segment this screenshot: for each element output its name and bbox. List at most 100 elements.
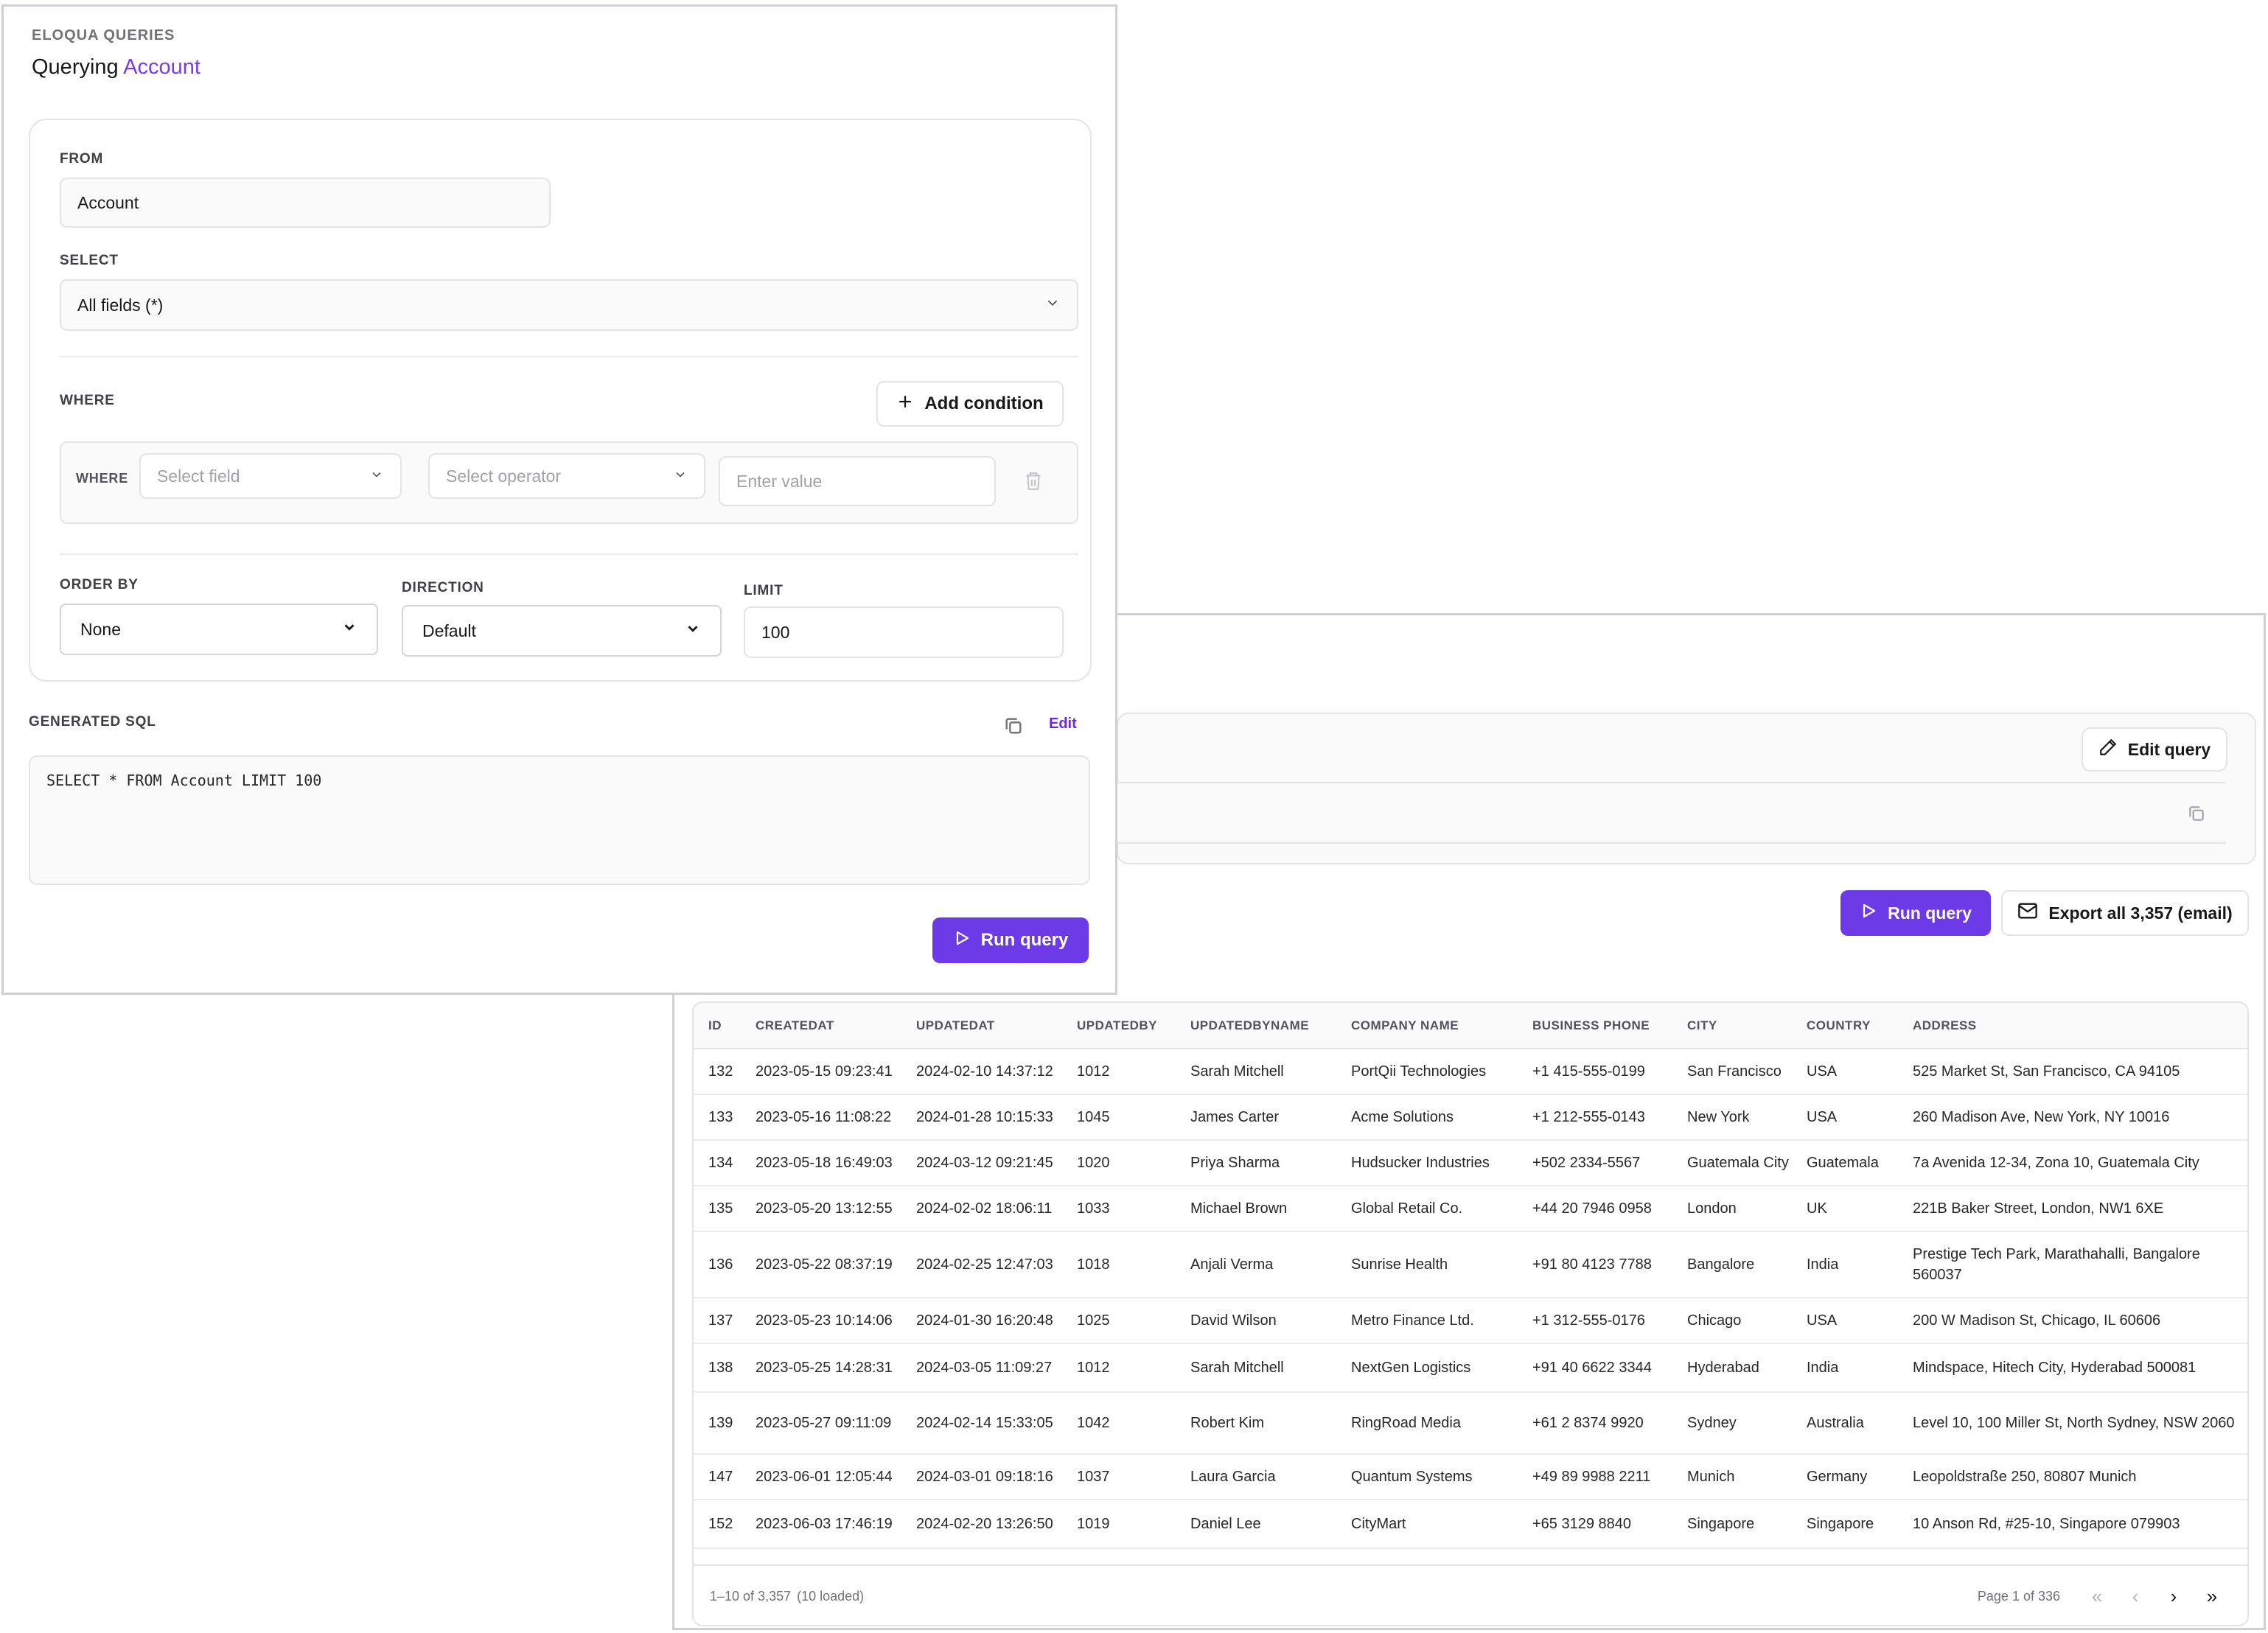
direction-select[interactable]: Default — [402, 605, 722, 657]
table-cell: Anjali Verma — [1176, 1231, 1336, 1298]
table-cell: 1019 — [1062, 1500, 1176, 1549]
edit-sql-link[interactable]: Edit — [1049, 716, 1077, 732]
table-cell: 1033 — [1062, 1186, 1176, 1232]
table-cell: 134 — [694, 1140, 741, 1186]
table-cell: 2023-06-03 17:46:19 — [741, 1500, 901, 1549]
table-cell: James Carter — [1176, 1094, 1336, 1141]
table-cell: USA — [1792, 1094, 1898, 1141]
query-builder-window: ELOQUA QUERIES Querying Account FROM Acc… — [1, 4, 1117, 995]
run-query-label: Run query — [1888, 903, 1972, 923]
table-cell: 139 — [694, 1392, 741, 1455]
prev-page-button[interactable]: ‹ — [2116, 1580, 2154, 1612]
trash-icon[interactable] — [1024, 471, 1043, 495]
sql-text: SELECT * FROM Account LIMIT 100 — [46, 772, 322, 789]
table-cell: 2024-02-02 18:06:11 — [901, 1186, 1062, 1232]
select-fields-dropdown[interactable]: All fields (*) — [60, 279, 1078, 331]
last-page-button[interactable]: » — [2193, 1580, 2231, 1612]
table-row[interactable]: 152 2023-06-03 17:46:19 2024-02-20 13:26:5… — [694, 1500, 2247, 1549]
table-cell: Level 10, 100 Miller St, North Sydney, N… — [1898, 1392, 2247, 1455]
table-cell: Sunrise Health — [1336, 1231, 1518, 1298]
table-cell: +49 89 9988 2211 — [1518, 1454, 1672, 1500]
column-header[interactable]: ID — [694, 1003, 741, 1049]
table-cell: 2023-05-20 13:12:55 — [741, 1186, 901, 1232]
condition-operator-select[interactable]: Select operator — [428, 453, 705, 499]
column-header[interactable]: COMPANY NAME — [1336, 1003, 1518, 1049]
table-cell: Quantum Systems — [1336, 1454, 1518, 1500]
chevron-down-icon — [341, 619, 357, 640]
table-cell: India — [1792, 1343, 1898, 1393]
table-cell: 1020 — [1062, 1140, 1176, 1186]
table-cell: 10 Anson Rd, #25-10, Singapore 079903 — [1898, 1500, 2247, 1549]
column-header[interactable]: BUSINESS PHONE — [1518, 1003, 1672, 1049]
table-cell: Australia — [1792, 1392, 1898, 1455]
table-cell: +91 80 4123 7788 — [1518, 1231, 1672, 1298]
column-header[interactable]: UPDATEDAT — [901, 1003, 1062, 1049]
column-header[interactable]: CREATEDAT — [741, 1003, 901, 1049]
query-builder-card: FROM Account SELECT All fields (*) WHERE… — [29, 119, 1092, 682]
table-cell: 2023-05-18 16:49:03 — [741, 1140, 901, 1186]
next-page-button[interactable]: › — [2154, 1580, 2193, 1612]
from-field[interactable]: Account — [60, 178, 551, 228]
column-header[interactable]: UPDATEDBY — [1062, 1003, 1176, 1049]
table-cell: 2024-03-05 11:09:27 — [901, 1343, 1062, 1393]
results-table: ID CREATEDAT UPDATEDAT UPDATEDBY UPDATEDBYNA… — [692, 1001, 2249, 1626]
pencil-icon — [2098, 738, 2118, 761]
table-cell: 260 Madison Ave, New York, NY 10016 — [1898, 1094, 2247, 1141]
add-condition-button[interactable]: Add condition — [876, 381, 1064, 427]
table-cell: +91 40 6622 3344 — [1518, 1343, 1672, 1393]
table-cell: Michael Brown — [1176, 1186, 1336, 1232]
run-query-button[interactable]: Run query — [1840, 890, 1991, 936]
table-row[interactable]: 133 2023-05-16 11:08:22 2024-01-28 10:15:3… — [694, 1094, 2247, 1141]
column-header[interactable]: ADDRESS — [1898, 1003, 2247, 1049]
table-cell: +502 2334-5567 — [1518, 1140, 1672, 1186]
table-row[interactable]: 138 2023-05-25 14:28:31 2024-03-05 11:09:2… — [694, 1343, 2247, 1393]
table-row[interactable]: 139 2023-05-27 09:11:09 2024-02-14 15:33:0… — [694, 1392, 2247, 1455]
table-cell: 1018 — [1062, 1231, 1176, 1298]
order-by-select[interactable]: None — [60, 604, 378, 655]
export-email-button[interactable]: Export all 3,357 (email) — [2001, 890, 2249, 936]
divider — [60, 356, 1078, 357]
table-row[interactable]: 137 2023-05-23 10:14:06 2024-01-30 16:20:4… — [694, 1298, 2247, 1344]
select-label: SELECT — [60, 253, 119, 268]
direction-label: DIRECTION — [402, 580, 484, 595]
table-cell: 7a Avenida 12-34, Zona 10, Guatemala Cit… — [1898, 1140, 2247, 1186]
table-cell: Hudsucker Industries — [1336, 1140, 1518, 1186]
table-cell: India — [1792, 1231, 1898, 1298]
condition-value-input[interactable]: Enter value — [719, 456, 996, 506]
column-header[interactable]: COUNTRY — [1792, 1003, 1898, 1049]
sql-preview-strip — [1117, 782, 2226, 844]
table-cell: PortQii Technologies — [1336, 1049, 1518, 1095]
table-cell: Laura Garcia — [1176, 1454, 1336, 1500]
copy-icon[interactable] — [2187, 804, 2206, 827]
divider — [60, 553, 1078, 555]
table-cell: 2023-05-27 09:11:09 — [741, 1392, 901, 1455]
table-cell: 1025 — [1062, 1298, 1176, 1344]
table-cell: Global Retail Co. — [1336, 1186, 1518, 1232]
table-row[interactable]: 132 2023-05-15 09:23:41 2024-02-10 14:37:1… — [694, 1049, 2247, 1095]
table-row[interactable]: 136 2023-05-22 08:37:19 2024-02-25 12:47:0… — [694, 1231, 2247, 1298]
condition-field-select[interactable]: Select field — [139, 453, 402, 499]
page-indicator: Page 1 of 336 — [1977, 1588, 2060, 1604]
column-header[interactable]: CITY — [1672, 1003, 1792, 1049]
table-row[interactable]: 147 2023-06-01 12:05:44 2024-03-01 09:18:1… — [694, 1454, 2247, 1500]
table-cell: RingRoad Media — [1336, 1392, 1518, 1455]
table-cell: 2024-03-12 09:21:45 — [901, 1140, 1062, 1186]
table-row[interactable]: 135 2023-05-20 13:12:55 2024-02-02 18:06:1… — [694, 1186, 2247, 1232]
run-query-button[interactable]: Run query — [932, 917, 1089, 963]
where-label: WHERE — [60, 393, 115, 408]
table-cell: Guatemala — [1792, 1140, 1898, 1186]
table-footer: 1–10 of 3,357 (10 loaded) Page 1 of 336 … — [694, 1564, 2247, 1625]
column-header[interactable]: UPDATEDBYNAME — [1176, 1003, 1336, 1049]
table-cell: +1 415-555-0199 — [1518, 1049, 1672, 1095]
first-page-button[interactable]: « — [2078, 1580, 2116, 1612]
copy-icon[interactable] — [1003, 716, 1024, 740]
table-cell: 2023-05-15 09:23:41 — [741, 1049, 901, 1095]
sql-editor[interactable]: SELECT * FROM Account LIMIT 100 — [29, 755, 1090, 885]
table-cell: San Francisco — [1672, 1049, 1792, 1095]
table-cell: +1 312-555-0176 — [1518, 1298, 1672, 1344]
table-cell: 2024-02-10 14:37:12 — [901, 1049, 1062, 1095]
mail-icon — [2017, 902, 2038, 924]
edit-query-button[interactable]: Edit query — [2082, 727, 2227, 772]
table-row[interactable]: 134 2023-05-18 16:49:03 2024-03-12 09:21:4… — [694, 1140, 2247, 1186]
limit-input[interactable]: 100 — [744, 606, 1064, 658]
